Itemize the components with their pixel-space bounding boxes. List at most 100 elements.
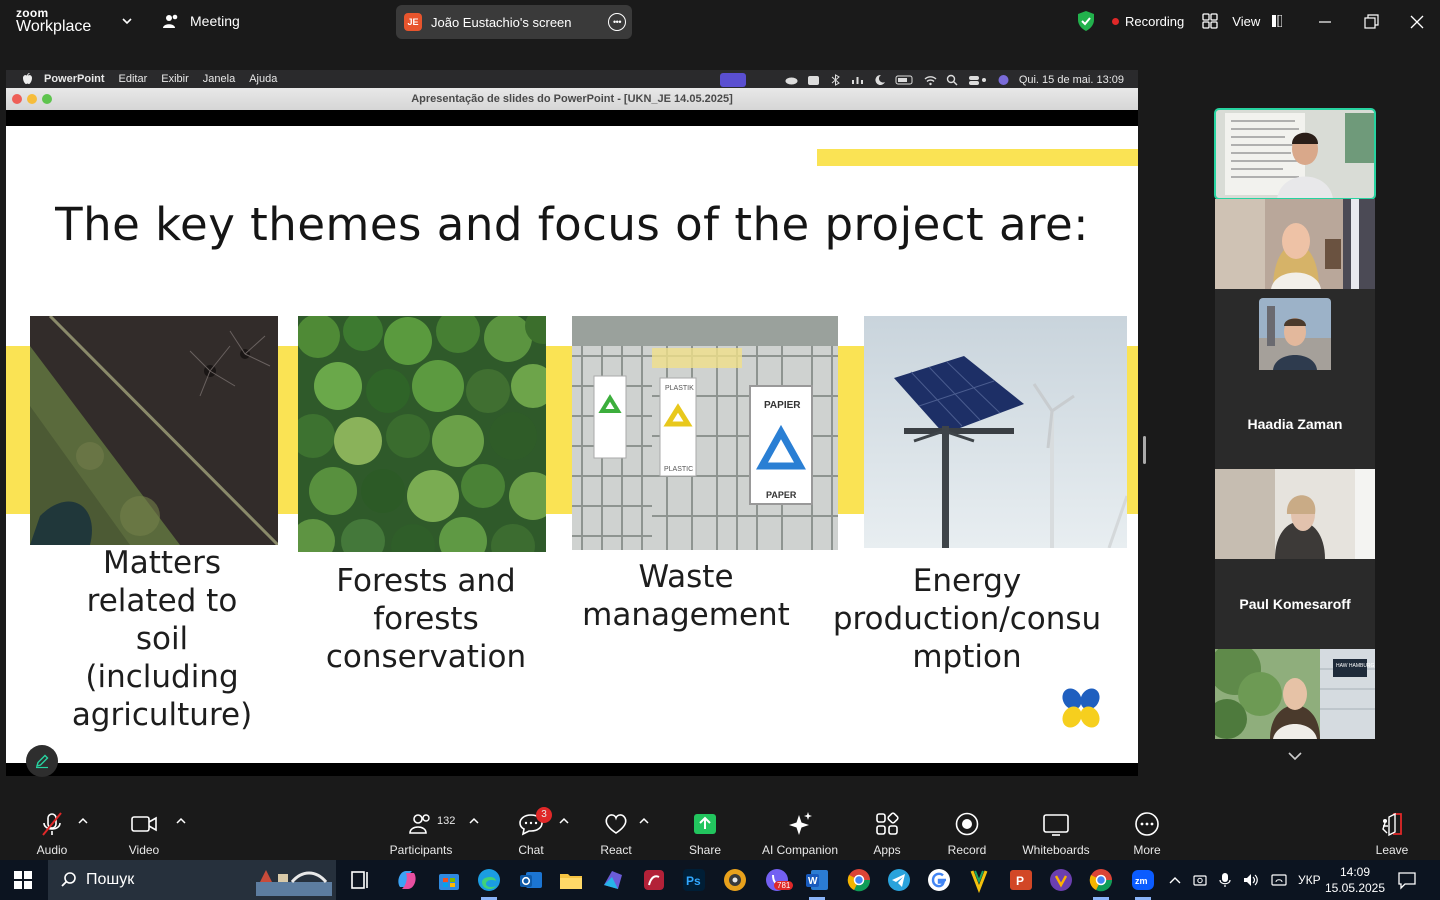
react-options-chevron-icon[interactable] (639, 817, 649, 825)
notifications-icon[interactable] (1397, 870, 1417, 890)
share-button[interactable]: Share (686, 810, 724, 857)
participant-tile-5[interactable]: Paul Komesaroff (1215, 559, 1375, 649)
share-screen-icon (694, 814, 716, 834)
telegram-icon[interactable] (886, 867, 912, 893)
svg-text:W: W (808, 876, 818, 887)
mac-zoom-icon[interactable] (42, 94, 52, 104)
close-icon[interactable] (1407, 12, 1427, 32)
chevron-down-icon[interactable] (120, 14, 134, 28)
chevron-down-icon (1288, 752, 1302, 761)
share-title: João Eustachio's screen (431, 14, 572, 30)
audio-button[interactable]: Audio (30, 810, 74, 857)
powerpoint-icon[interactable]: P (1008, 867, 1034, 893)
mac-menu-exibir[interactable]: Exibir (161, 73, 189, 85)
chat-button[interactable]: Chat 3 (512, 807, 552, 857)
volume-icon[interactable] (1242, 872, 1260, 888)
mac-menu-editar[interactable]: Editar (119, 73, 148, 85)
edge-browser-icon[interactable] (476, 867, 502, 893)
microsoft-store-icon[interactable] (436, 867, 462, 893)
chrome-profile-icon[interactable] (846, 867, 872, 893)
leave-button[interactable]: Leave (1372, 810, 1412, 857)
caption-energy: Energy production/consu mption (826, 562, 1108, 676)
caption-waste: Waste management (566, 558, 806, 634)
taskbar-clock[interactable]: 14:09 15.05.2025 (1322, 864, 1388, 896)
video-button[interactable]: Video (122, 810, 166, 857)
restore-icon[interactable] (1361, 12, 1381, 32)
app-ribbon-icon[interactable] (966, 867, 992, 893)
photoshop-icon[interactable]: Ps (681, 867, 707, 893)
audio-options-chevron-icon[interactable] (78, 817, 88, 825)
record-button[interactable]: Record (944, 810, 990, 857)
pdf-app-icon[interactable] (641, 867, 667, 893)
google-icon[interactable] (926, 867, 952, 893)
input-language[interactable]: УКР (1298, 873, 1321, 887)
panel-resize-handle[interactable] (1143, 436, 1146, 464)
participant-tile-4[interactable] (1215, 469, 1375, 559)
more-label: More (1133, 843, 1161, 857)
caption-energy-line2: production/consu (832, 601, 1102, 637)
mac-menu-janela[interactable]: Janela (203, 73, 235, 85)
microphone-tray-icon[interactable] (1218, 872, 1232, 888)
minimize-icon[interactable] (1315, 12, 1335, 32)
participants-options-chevron-icon[interactable] (469, 817, 479, 825)
outlook-icon[interactable] (518, 867, 544, 893)
bin-label-papier: PAPIER (764, 400, 801, 411)
leave-door-icon (1382, 812, 1402, 837)
participant-tile-6[interactable]: HAW HAMBURG (1215, 649, 1375, 739)
microsoft-365-icon[interactable] (600, 867, 626, 893)
zoom-app-icon[interactable]: zm (1130, 867, 1156, 893)
viber-unread-badge: 781 (774, 881, 794, 890)
file-explorer-icon[interactable] (558, 867, 584, 893)
taskbar-search[interactable]: Пошук (48, 860, 336, 900)
participant-tile-3[interactable]: Haadia Zaman (1215, 289, 1375, 469)
view-layout-icon[interactable] (1272, 15, 1283, 27)
recording-dot-icon (1112, 17, 1119, 25)
screen-capture-app-icon[interactable] (722, 867, 748, 893)
avatar (1259, 298, 1331, 370)
meeting-menu[interactable]: Meeting (162, 12, 240, 30)
control-center-icon (968, 76, 986, 85)
svg-text:Ps: Ps (686, 874, 701, 888)
participants-scroll-down[interactable] (1259, 740, 1331, 772)
yellow-accent-stripe (817, 149, 1138, 166)
grid-view-icon[interactable] (1202, 13, 1218, 29)
video-options-chevron-icon[interactable] (176, 817, 186, 825)
mac-menu-ajuda[interactable]: Ajuda (249, 73, 277, 85)
participant-tile-1[interactable] (1214, 108, 1376, 200)
word-icon[interactable]: W (804, 867, 830, 893)
copilot-icon[interactable] (394, 867, 420, 893)
participants-label: Participants (389, 843, 453, 857)
vpn-app-icon[interactable] (1048, 867, 1074, 893)
mac-menu-bar: PowerPoint Editar Exibir Janela Ajuda Qu… (6, 70, 1138, 88)
network-status-icon[interactable] (1270, 872, 1288, 888)
more-options-icon[interactable]: ••• (608, 13, 626, 31)
annotate-button[interactable] (26, 745, 58, 777)
mac-close-icon[interactable] (12, 94, 22, 104)
mac-menu-powerpoint[interactable]: PowerPoint (44, 73, 105, 85)
ai-companion-button[interactable]: AI Companion (758, 810, 842, 857)
chat-unread-badge: 3 (536, 807, 552, 823)
screen-share-indicator[interactable]: JE João Eustachio's screen ••• (396, 5, 632, 39)
powerpoint-window-title: Apresentação de slides do PowerPoint - [… (6, 88, 1138, 110)
bluetooth-icon (831, 74, 840, 86)
apple-icon (23, 73, 32, 84)
react-button[interactable]: React (596, 810, 636, 857)
whiteboards-label: Whiteboards (1022, 843, 1090, 857)
camera-tray-icon[interactable] (1192, 872, 1208, 888)
participant-tile-2[interactable] (1215, 199, 1375, 289)
mac-status-icons: Qui. 15 de mai. 13:09 (719, 73, 1124, 87)
view-button[interactable]: View (1232, 14, 1260, 29)
apps-button[interactable]: Apps (868, 810, 906, 857)
cloud-icon (785, 77, 798, 85)
chevron-up-icon[interactable] (1168, 873, 1182, 887)
shield-check-icon[interactable] (1076, 10, 1096, 32)
task-view-icon[interactable] (348, 867, 374, 893)
mac-minimize-icon[interactable] (27, 94, 37, 104)
caption-soil: Matters related to soil (including agric… (26, 544, 298, 734)
chrome-icon[interactable] (1088, 867, 1114, 893)
more-button[interactable]: More (1128, 810, 1166, 857)
whiteboards-button[interactable]: Whiteboards (1020, 810, 1092, 857)
windows-start-icon[interactable] (14, 871, 32, 889)
chat-options-chevron-icon[interactable] (559, 817, 569, 825)
caption-forests-line2: forests (373, 601, 479, 637)
